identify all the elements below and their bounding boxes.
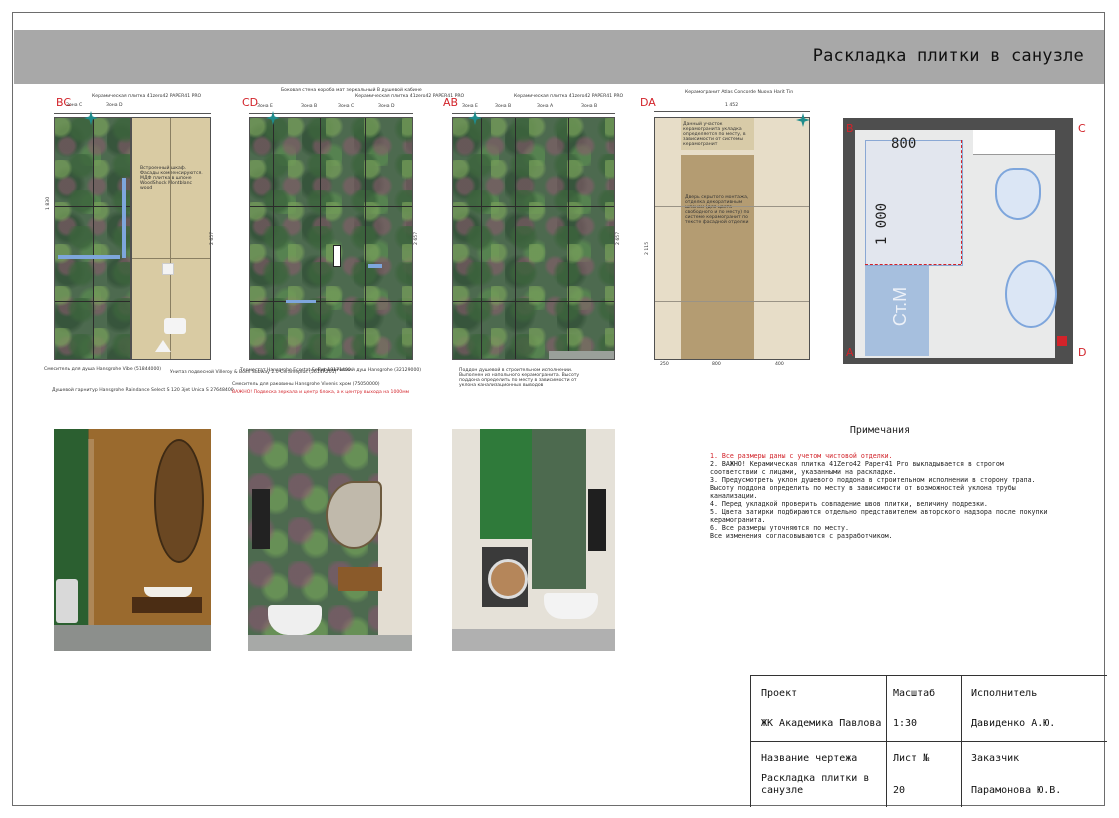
ab-tile-wall bbox=[452, 117, 615, 360]
plan-cabinet: Ст.М bbox=[865, 266, 929, 356]
bc-dim-height: 1 830 bbox=[46, 196, 51, 210]
scale-value: 1:30 bbox=[893, 718, 918, 729]
ab-zone-a: Зона A bbox=[537, 104, 554, 109]
cd-zone-b: Зона B bbox=[301, 104, 318, 109]
sheet-value: 20 bbox=[893, 785, 906, 796]
cd-compass-icon bbox=[266, 110, 280, 125]
bc-shower-rail bbox=[122, 178, 126, 258]
elevation-label-ab: AB bbox=[443, 96, 459, 109]
plan-corner-c: C bbox=[1078, 122, 1086, 135]
cd-hygienic-shower-icon bbox=[368, 264, 382, 268]
bc-top-note: Керамическая плитка 41zero42 PAPER41 PRO bbox=[92, 94, 202, 99]
bc-tile-wall bbox=[54, 117, 131, 360]
da-door-note: Дверь скрытого монтажа, отделка декорати… bbox=[685, 195, 750, 225]
page-title: Раскладка плитки в санузле bbox=[812, 46, 1084, 66]
plan-corner-a: A bbox=[846, 346, 854, 359]
cd-dim-total: 2 657 bbox=[414, 231, 419, 245]
plan-basin-icon bbox=[1005, 260, 1057, 328]
cd-zone-e: Зона E bbox=[257, 104, 273, 109]
ab-top-note: Керамическая плитка 41zero42 PAPER41 PRO bbox=[514, 94, 624, 99]
bc-shower-set-note: Душевой гарнитур Hansgrohe Raindance Sel… bbox=[52, 388, 234, 393]
plan-installation-shelf bbox=[973, 130, 1055, 155]
bc-shower-tray bbox=[58, 255, 120, 259]
scale-label: Масштаб bbox=[893, 688, 936, 699]
executor-label: Исполнитель bbox=[971, 688, 1038, 699]
cd-thermostat-icon bbox=[333, 245, 341, 267]
note-item: 1. Все размеры даны с учетом чистовой от… bbox=[710, 452, 893, 460]
cd-mixer-icon bbox=[286, 300, 316, 303]
cd-important-note: ВАЖНО! Подвеска зеркала и центр блока, а… bbox=[232, 390, 410, 395]
drawing-value: Раскладка плитки в санузле bbox=[761, 773, 870, 796]
title-block: Проект ЖК Академика Павлова Масштаб 1:30… bbox=[750, 675, 1107, 807]
da-dim-total: 2 115 bbox=[645, 241, 650, 255]
note-item: Все изменения согласовываются с разработ… bbox=[710, 532, 893, 540]
floor-plan: Ст.М 800 1 000 bbox=[843, 118, 1073, 364]
da-dim-b1: 250 bbox=[660, 362, 669, 367]
notes-section: Примечания 1. Все размеры даны с учетом … bbox=[710, 425, 1050, 540]
project-value: ЖК Академика Павлова bbox=[761, 718, 882, 729]
ab-tray-note: Поддон душевой в строительном исполнении… bbox=[459, 368, 580, 388]
cd-zone-c: Зона C bbox=[338, 104, 355, 109]
da-dim-b2: 800 bbox=[712, 362, 721, 367]
ab-dim-total: 2 657 bbox=[616, 231, 621, 245]
da-niche-note: Данный участок керамогранита укладка опр… bbox=[683, 122, 746, 147]
render-photo-3 bbox=[452, 429, 615, 651]
cd-tile-wall bbox=[249, 117, 413, 360]
note-item: 4. Перед укладкой проверить совпадение ш… bbox=[710, 500, 988, 508]
note-item: 3. Предусмотреть уклон душевого поддона … bbox=[710, 476, 1036, 500]
client-value: Парамонова Ю.В. bbox=[971, 785, 1062, 796]
da-compass-icon bbox=[796, 112, 810, 127]
plan-cabinet-label: Ст.М bbox=[890, 286, 911, 327]
elevation-label-cd: CD bbox=[242, 96, 259, 109]
da-hidden-door: Дверь скрытого монтажа, отделка декорати… bbox=[681, 155, 754, 359]
bc-switch-icon bbox=[162, 263, 174, 275]
cd-zone-d: Зона D bbox=[378, 104, 395, 109]
cd-mixer-note: Смеситель для раковины Hansgrohe Vivenis… bbox=[232, 382, 380, 387]
note-item: 5. Цвета затирки подбираются отдельно пр… bbox=[710, 508, 1048, 524]
header-banner: Раскладка плитки в санузле bbox=[14, 30, 1104, 84]
da-top-note: Керамогранит Atlas Concorde Nuova Harit … bbox=[685, 90, 794, 95]
bc-niche-cabinet: Встроенный шкаф. Фасады компенсируются. … bbox=[131, 117, 211, 360]
ab-zone-b: Зона B bbox=[495, 104, 512, 109]
notes-title: Примечания bbox=[849, 425, 911, 436]
da-dim-b3: 400 bbox=[775, 362, 784, 367]
bidet-shape bbox=[155, 340, 171, 352]
render-photo-2 bbox=[248, 429, 412, 651]
bc-zone-d: Зона D bbox=[106, 103, 123, 108]
toilet-icon bbox=[164, 318, 186, 334]
cd-hygienic-note: Гигиенический душ Hansgrohe (32129000) bbox=[318, 368, 422, 373]
da-dim-line bbox=[654, 111, 810, 112]
project-label: Проект bbox=[761, 688, 798, 699]
bc-niche-note: Встроенный шкаф. Фасады компенсируются. … bbox=[140, 166, 203, 191]
bc-dim-total: 2 657 bbox=[210, 231, 215, 245]
cd-top-note: Боковая стена короба мат зеркальный В ду… bbox=[281, 88, 422, 93]
plan-corner-d: D bbox=[1078, 346, 1087, 359]
bc-mixer-note: Смеситель для душа Hansgrohe Vibe (51844… bbox=[44, 367, 162, 372]
ab-zone-e: Зона E bbox=[462, 104, 478, 109]
plan-dim-width: 800 bbox=[891, 136, 917, 152]
plan-dim-height: 1 000 bbox=[874, 202, 891, 246]
sheet-label: Лист № bbox=[893, 753, 930, 764]
note-item: 6. Все размеры уточняются по месту. bbox=[710, 524, 849, 532]
bc-zone-c: Зона C bbox=[66, 103, 83, 108]
plan-corner-b: B bbox=[846, 122, 854, 135]
note-item: 2. ВАЖНО! Керамическая плитка 41Zero42 P… bbox=[710, 460, 1004, 476]
render-photo-1 bbox=[54, 429, 211, 651]
bc-dim-line bbox=[54, 113, 211, 114]
drawing-label: Название чертежа bbox=[761, 753, 858, 764]
executor-value: Давиденко А.Ю. bbox=[971, 718, 1056, 729]
bc-compass-icon bbox=[84, 110, 98, 125]
plan-marker-d bbox=[1057, 336, 1067, 346]
da-dim-top: 1 452 bbox=[725, 103, 739, 108]
ab-compass-icon bbox=[468, 110, 482, 125]
plan-toilet-icon bbox=[995, 168, 1041, 220]
da-porcelain-wall: Данный участок керамогранита укладка опр… bbox=[654, 117, 810, 360]
elevation-label-da: DA bbox=[640, 96, 656, 109]
client-label: Заказчик bbox=[971, 753, 1020, 764]
ab-zone-b2: Зона B bbox=[581, 104, 598, 109]
